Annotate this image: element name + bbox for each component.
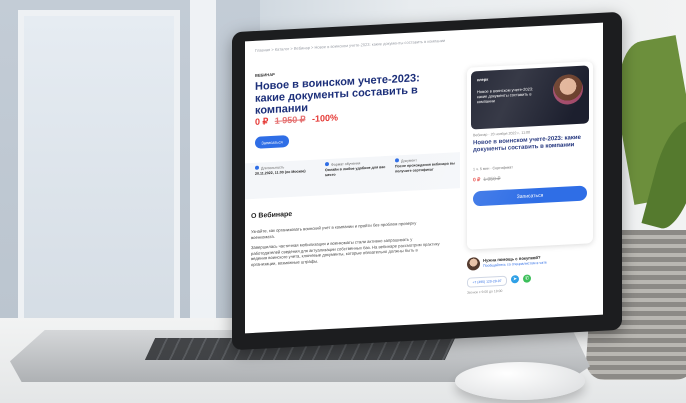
card-features: 1 ч. 5 мин · Сертификат <box>473 165 513 172</box>
monitor-icon <box>325 161 329 167</box>
whatsapp-icon[interactable]: ✆ <box>523 274 531 283</box>
card-price-current: 0 ₽ <box>473 177 481 184</box>
purchase-card: клерк Новое в воинском учете-2023: какие… <box>467 61 593 250</box>
card-enroll-button[interactable]: Записаться <box>473 185 587 207</box>
banner-text: Новое в воинском учете-2023: какие докум… <box>477 86 534 105</box>
card-price-old: 1 950 ₽ <box>483 175 501 183</box>
avatar <box>467 257 480 271</box>
breadcrumb[interactable]: Главная > Каталог > Вебинар > Новое в во… <box>255 38 445 53</box>
document-icon <box>395 158 399 163</box>
card-title: Новое в воинском учете-2023: какие докум… <box>473 134 581 154</box>
category-label: ВЕБИНАР <box>255 71 275 78</box>
card-meta: Вебинар · 20 ноября 2022 г., 11:00 <box>473 130 531 138</box>
price-current: 0 ₽ <box>255 116 269 127</box>
info-row: Длительность 20.11.2022, 11:00 (по Москв… <box>245 152 460 200</box>
card-price: 0 ₽1 950 ₽ <box>473 176 500 183</box>
discount-badge: -100% <box>312 112 339 124</box>
section-title: О Вебинаре <box>251 210 293 221</box>
enroll-button[interactable]: Записаться <box>255 135 289 149</box>
info-duration: Длительность 20.11.2022, 11:00 (по Москв… <box>255 163 317 177</box>
calendar-icon <box>255 165 259 170</box>
phone-button[interactable]: +7 (495) 120-28-97 <box>467 275 507 288</box>
card-banner: клерк Новое в воинском учете-2023: какие… <box>471 65 589 130</box>
help-hours: Звонок с 9:00 до 18:00 <box>467 288 503 295</box>
laptop-screen: Главная > Каталог > Вебинар > Новое в во… <box>245 22 603 334</box>
window-pane <box>18 10 180 352</box>
brand-logo: клерк <box>477 76 489 83</box>
page-title: Новое в воинском учете-2023: какие докум… <box>255 72 420 117</box>
photo-scene: Главная > Каталог > Вебинар > Новое в во… <box>0 0 686 403</box>
speaker-photo <box>553 73 583 106</box>
computer-mouse <box>455 362 585 400</box>
paragraph: Завершилась частичная мобилизация и воен… <box>251 236 440 267</box>
info-value: Онлайн в любое удобное для вас место <box>325 165 386 177</box>
price-old: 1 950 ₽ <box>274 114 306 126</box>
info-value: После прохождения вебинара вы получите с… <box>395 161 455 174</box>
info-format: Формат обучения Онлайн в любое удобное д… <box>325 159 387 177</box>
info-document: Документ После прохождения вебинара вы п… <box>395 155 457 173</box>
telegram-icon[interactable]: ➤ <box>511 275 519 284</box>
help-block: Нужна помощь с покупкой? Пообщайтесь со … <box>467 251 593 318</box>
